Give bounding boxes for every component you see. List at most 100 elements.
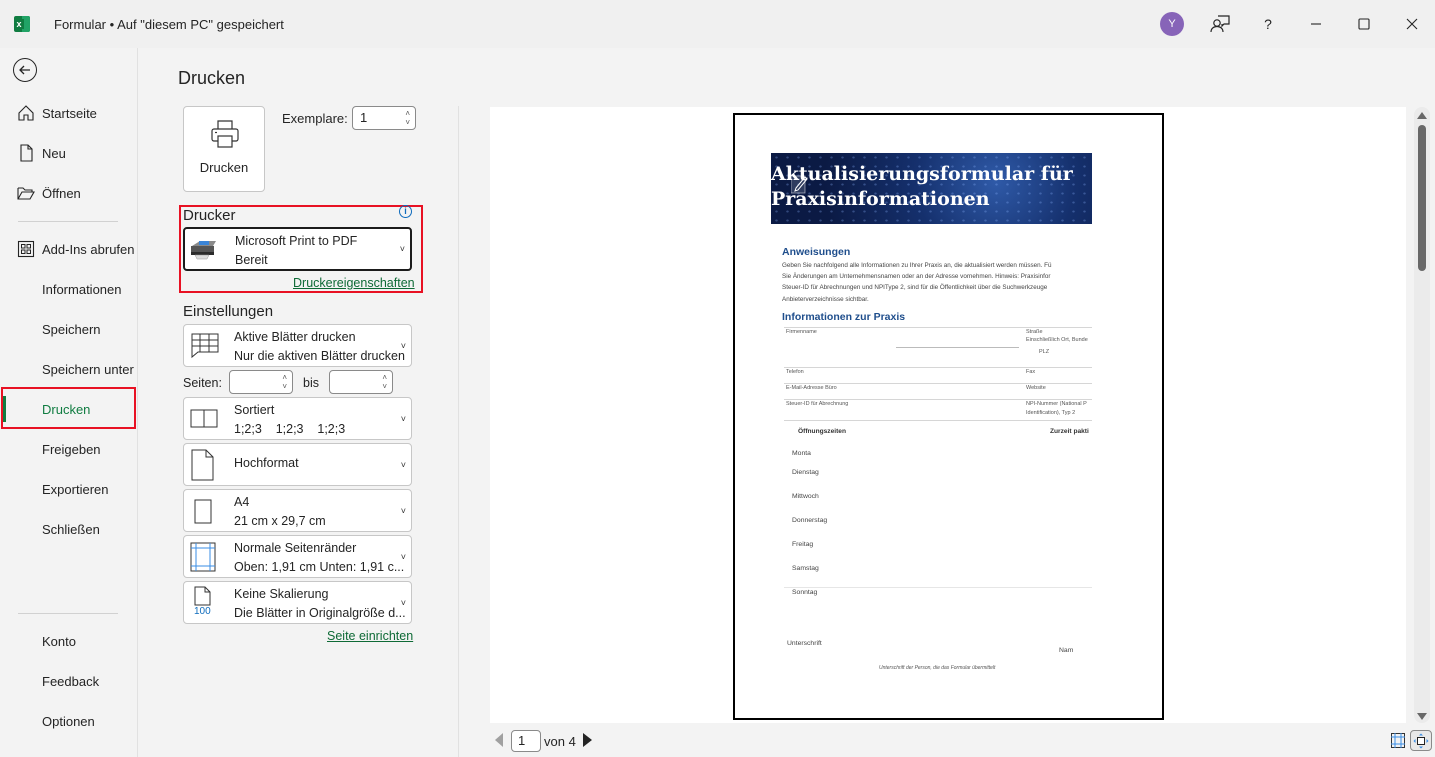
minimize-icon[interactable] xyxy=(1304,12,1328,36)
chevron-down-icon: ˅ xyxy=(400,413,406,424)
name-label: Nam xyxy=(1059,647,1074,654)
collation-dropdown[interactable]: Sortiert 1;2;3 1;2;3 1;2;3 ˅ xyxy=(183,397,412,440)
show-margins-icon[interactable] xyxy=(1391,733,1405,748)
nav-optionen[interactable]: Optionen xyxy=(0,701,138,741)
nav-speichern[interactable]: Speichern xyxy=(0,309,138,349)
close-icon[interactable] xyxy=(1400,12,1424,36)
nav-exportieren[interactable]: Exportieren xyxy=(0,469,138,509)
next-page-icon[interactable] xyxy=(583,733,592,747)
field-telefon: Telefon xyxy=(786,369,804,375)
nav-speichern-unter[interactable]: Speichern unter xyxy=(0,349,138,389)
chevron-down-icon: ˅ xyxy=(400,505,406,516)
nav-freigeben[interactable]: Freigeben xyxy=(0,429,138,469)
day-label: Samstag xyxy=(792,565,819,572)
scrollbar-thumb[interactable] xyxy=(1418,125,1426,271)
paper-size-dropdown[interactable]: A4 21 cm x 29,7 cm ˅ xyxy=(183,489,412,532)
orientation-dropdown[interactable]: Hochformat ˅ xyxy=(183,443,412,486)
document-title: Formular • Auf "diesem PC" gespeichert xyxy=(54,17,284,32)
stepper-down-icon[interactable]: ˅ xyxy=(405,119,410,127)
portrait-page-icon xyxy=(191,449,214,481)
stepper-up-icon[interactable]: ˄ xyxy=(382,374,387,382)
nav-feedback[interactable]: Feedback xyxy=(0,661,138,701)
addins-grid-icon xyxy=(17,240,35,258)
print-button[interactable]: Drucken xyxy=(183,106,265,192)
feedback-person-icon[interactable] xyxy=(1208,12,1232,36)
day-label: Freitag xyxy=(792,541,814,548)
page-setup-link[interactable]: Seite einrichten xyxy=(327,629,413,643)
maximize-icon[interactable] xyxy=(1352,12,1376,36)
field-npi-sub: Identification), Typ 2 xyxy=(1026,410,1076,416)
nav-divider xyxy=(18,613,118,614)
stepper-down-icon[interactable]: ˅ xyxy=(382,383,387,391)
printer-device-icon xyxy=(191,241,216,260)
avatar[interactable]: Y xyxy=(1160,12,1184,36)
table-rule xyxy=(784,587,1092,588)
stepper-down-icon[interactable]: ˅ xyxy=(282,383,287,391)
nav-konto[interactable]: Konto xyxy=(0,621,138,661)
field-plz: PLZ xyxy=(1039,349,1050,355)
scroll-up-icon[interactable] xyxy=(1417,112,1427,119)
nav-schliessen[interactable]: Schließen xyxy=(0,509,138,549)
info-icon[interactable]: i xyxy=(399,205,412,218)
field-website: Website xyxy=(1026,385,1046,391)
nav-drucken[interactable]: Drucken xyxy=(0,389,138,429)
printer-dropdown[interactable]: Microsoft Print to PDF Bereit ˅ xyxy=(183,227,412,271)
title-bar: x Formular • Auf "diesem PC" gespeichert… xyxy=(0,0,1435,48)
print-what-dropdown[interactable]: Aktive Blätter drucken Nur die aktiven B… xyxy=(183,324,412,367)
paper-title: A4 xyxy=(234,495,250,509)
back-arrow-icon[interactable] xyxy=(13,58,37,82)
pages-to-label: bis xyxy=(303,376,319,390)
nav-label: Freigeben xyxy=(42,441,101,457)
nav-label: Speichern unter xyxy=(42,361,134,377)
page-title: Drucken xyxy=(178,68,246,88)
table-rule xyxy=(784,399,1092,400)
chevron-down-icon: ˅ xyxy=(399,244,405,254)
stepper-up-icon[interactable]: ˄ xyxy=(405,110,410,118)
chevron-down-icon: ˅ xyxy=(400,340,406,351)
edit-pencil-icon xyxy=(791,175,808,194)
field-npi: NPI-Nummer (National P xyxy=(1026,401,1087,407)
instructions-heading: Anweisungen xyxy=(782,246,851,258)
pages-from-stepper[interactable]: ˄ ˅ xyxy=(229,370,293,394)
help-icon[interactable]: ? xyxy=(1256,12,1280,36)
instructions-text: Geben Sie nachfolgend alle Informationen… xyxy=(782,262,1052,303)
copies-value: 1 xyxy=(360,110,368,125)
field-strasse-sub: Einschließlich Ort, Bunde xyxy=(1026,337,1088,343)
input-line xyxy=(896,347,1019,348)
scaling-page-icon xyxy=(194,586,211,606)
print-button-label: Drucken xyxy=(199,160,249,175)
signature-label: Unterschrift xyxy=(787,640,822,647)
nav-label: Drucken xyxy=(42,401,91,417)
nav-startseite[interactable]: Startseite xyxy=(0,93,138,133)
printer-properties-link[interactable]: Druckereigenschaften xyxy=(293,276,415,290)
panel-divider xyxy=(458,106,459,757)
zoom-to-page-button[interactable] xyxy=(1410,730,1432,751)
margins-dropdown[interactable]: Normale Seitenränder Oben: 1,91 cm Unten… xyxy=(183,535,412,578)
scaling-dropdown[interactable]: 100 Keine Skalierung Die Blätter in Orig… xyxy=(183,581,412,624)
collation-subtitle: 1;2;3 1;2;3 1;2;3 xyxy=(234,422,346,436)
page-count: von 4 xyxy=(544,734,576,749)
nav-label: Add-Ins abrufen xyxy=(42,241,135,257)
previous-page-icon[interactable] xyxy=(495,733,503,747)
pages-label: Seiten: xyxy=(183,376,222,390)
nav-neu[interactable]: Neu xyxy=(0,133,138,173)
stepper-up-icon[interactable]: ˄ xyxy=(282,374,287,382)
nav-informationen[interactable]: Informationen xyxy=(0,269,138,309)
nav-label: Informationen xyxy=(42,281,122,297)
printer-section-title: Drucker xyxy=(183,207,236,224)
nav-addins[interactable]: Add-Ins abrufen xyxy=(0,229,138,269)
pages-to-stepper[interactable]: ˄ ˅ xyxy=(329,370,393,394)
copies-stepper[interactable]: 1 ˄ ˅ xyxy=(352,106,416,130)
collated-pages-icon xyxy=(190,409,218,428)
nav-label: Feedback xyxy=(42,673,100,689)
nav-oeffnen[interactable]: Öffnen xyxy=(0,173,138,213)
field-fax: Fax xyxy=(1026,369,1036,375)
nav-label: Schließen xyxy=(42,521,100,537)
scroll-down-icon[interactable] xyxy=(1417,713,1427,720)
hours-heading: Öffnungszeiten xyxy=(798,428,846,435)
table-rule xyxy=(784,420,1092,421)
document-title-line2: Praxisinformationen xyxy=(771,188,990,210)
page-number-input[interactable]: 1 xyxy=(511,730,541,752)
field-firmenname: Firmenname xyxy=(786,329,817,335)
preview-scrollbar[interactable] xyxy=(1414,107,1430,723)
